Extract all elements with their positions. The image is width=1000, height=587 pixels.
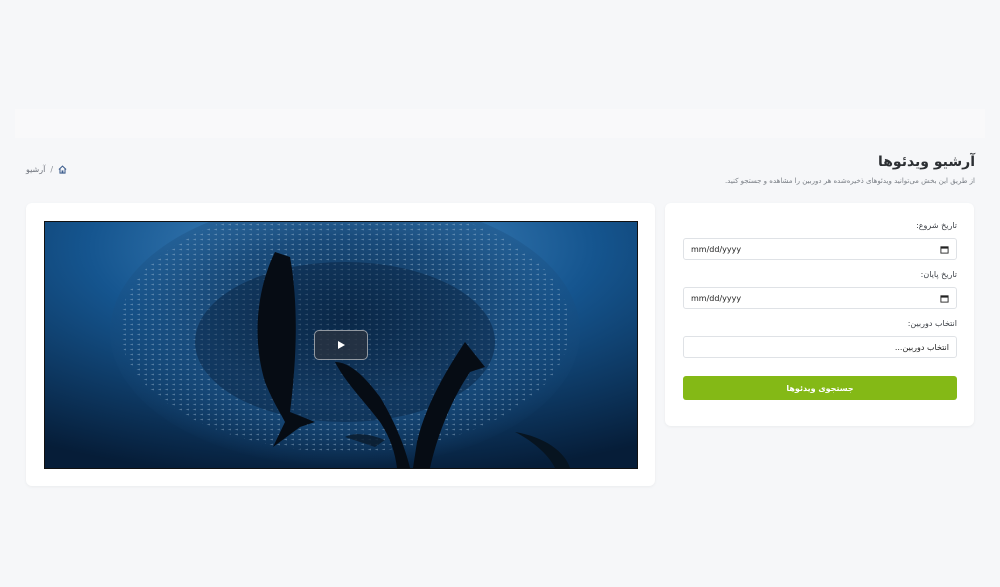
top-navbar <box>15 109 985 138</box>
breadcrumb: آرشیو / <box>26 163 67 175</box>
breadcrumb-separator: / <box>50 164 54 174</box>
end-date-label: تاریخ پایان: <box>920 270 957 279</box>
start-date-value: mm/dd/yyyy <box>691 244 742 254</box>
end-date-input[interactable]: mm/dd/yyyy <box>683 287 957 309</box>
camera-select[interactable]: انتخاب دوربین... <box>683 336 957 358</box>
start-date-group: تاریخ شروع: mm/dd/yyyy <box>683 221 957 260</box>
calendar-icon[interactable] <box>940 294 949 303</box>
calendar-icon[interactable] <box>940 245 949 254</box>
page-title: آرشیو ویدئوها <box>877 154 975 170</box>
start-date-label: تاریخ شروع: <box>916 221 957 230</box>
search-form-card: تاریخ شروع: mm/dd/yyyy تاریخ پایان: mm/d… <box>665 203 974 426</box>
search-videos-button[interactable]: جستجوی ویدئوها <box>683 376 957 400</box>
video-player-card <box>26 203 655 486</box>
breadcrumb-current: آرشیو <box>26 164 46 174</box>
camera-select-group: انتخاب دوربین: انتخاب دوربین... <box>683 319 957 358</box>
page-description: از طریق این بخش می‌توانید ویدئوهای ذخیره… <box>724 177 975 185</box>
play-button[interactable] <box>314 330 368 360</box>
camera-select-value: انتخاب دوربین... <box>894 342 949 352</box>
video-player[interactable] <box>44 221 638 469</box>
home-icon[interactable] <box>58 164 67 174</box>
play-icon <box>338 341 345 349</box>
start-date-input[interactable]: mm/dd/yyyy <box>683 238 957 260</box>
end-date-value: mm/dd/yyyy <box>691 293 742 303</box>
end-date-group: تاریخ پایان: mm/dd/yyyy <box>683 270 957 309</box>
page-header: آرشیو ویدئوها از طریق این بخش می‌توانید … <box>725 153 975 186</box>
camera-label: انتخاب دوربین: <box>907 319 957 328</box>
